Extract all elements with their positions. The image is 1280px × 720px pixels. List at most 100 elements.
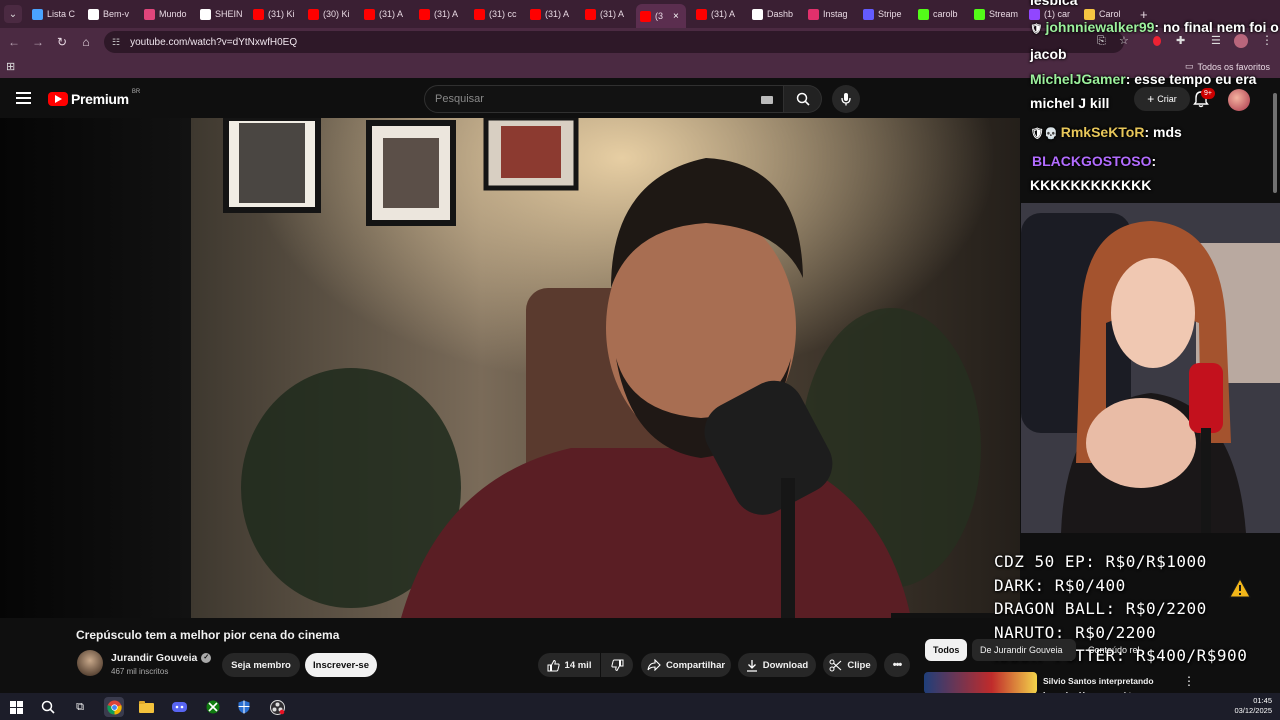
chip-label: Conteúdo rela <box>1088 645 1140 655</box>
channel-name: Jurandir Gouveia <box>111 652 198 664</box>
tab-search-button[interactable]: ⌄ <box>4 5 22 23</box>
youtube-icon <box>640 10 651 22</box>
notion-icon <box>88 8 99 20</box>
browser-tab[interactable]: (31) A <box>415 4 467 24</box>
tab-label: Stream <box>989 9 1019 19</box>
browser-tab[interactable]: Lista C <box>28 4 80 24</box>
tab-label: (31) A <box>600 9 625 19</box>
discord-icon[interactable] <box>169 697 189 717</box>
youtube-icon <box>308 8 319 20</box>
browser-tab[interactable]: (31) A <box>360 4 412 24</box>
browser-tab[interactable]: Bem-v <box>84 4 136 24</box>
windows-start-icon[interactable] <box>6 697 26 717</box>
chrome-icon[interactable] <box>104 697 124 717</box>
address-url: youtube.com/watch?v=dYtNxwfH0EQ <box>130 36 298 48</box>
chip-all[interactable]: Todos <box>925 639 968 661</box>
clip-button[interactable]: Clipe <box>823 653 877 677</box>
channel-avatar[interactable] <box>77 650 103 676</box>
chat-message: BLACKGOSTOSO: <box>1030 149 1280 173</box>
streamer-webcam <box>1021 203 1280 533</box>
chat-badge-icon: 🛡 <box>1030 24 1046 35</box>
tab-label: Lista C <box>47 9 76 19</box>
system-clock[interactable]: 01:45 03/12/2025 <box>1234 696 1272 716</box>
chat-message: MichelJGamer: esse tempo eu era michel J… <box>1030 67 1280 115</box>
windows-taskbar: ⧉ 01:45 03/12/2025 <box>0 693 1280 720</box>
close-tab-icon[interactable]: × <box>673 11 679 22</box>
browser-tab[interactable]: (30) Ki <box>304 4 356 24</box>
video-title: Crepúsculo tem a melhor pior cena do cin… <box>76 628 340 642</box>
tab-label: Bem-v <box>103 9 130 19</box>
recommendation-menu-icon[interactable]: ⋮ <box>1183 674 1195 688</box>
clock-date: 03/12/2025 <box>1234 706 1272 715</box>
home-icon[interactable]: ⌂ <box>78 34 94 50</box>
browser-tab[interactable]: Instag <box>804 4 856 24</box>
recommendation-thumbnail[interactable] <box>924 672 1037 694</box>
browser-tab[interactable]: (31) A <box>581 4 633 24</box>
more-actions-button[interactable]: ••• <box>884 653 910 677</box>
tab-label: (3 <box>655 11 664 21</box>
share-label: Compartilhar <box>665 659 726 671</box>
tab-label: (31) A <box>379 9 404 19</box>
goal-item: DRAGON BALL: R$0/2200 <box>994 599 1207 618</box>
browser-tab[interactable]: (31) cc <box>470 4 522 24</box>
tab-label: (31) cc <box>489 9 517 19</box>
xbox-icon[interactable] <box>203 697 223 717</box>
file-explorer-icon[interactable] <box>136 697 156 717</box>
clock-time: 01:45 <box>1253 696 1272 705</box>
browser-tab[interactable]: carolb <box>914 4 966 24</box>
apps-grid-icon[interactable]: ⊞ <box>6 60 15 73</box>
browser-tab[interactable]: (31) Ki <box>249 4 301 24</box>
subscribe-button[interactable]: Inscrever-se <box>305 653 377 677</box>
back-arrow-icon[interactable]: ← <box>6 34 22 50</box>
browser-tab[interactable]: (3 × <box>636 4 686 28</box>
warning-icon <box>1229 578 1251 598</box>
chat-username: BLACKGOSTOSO <box>1032 153 1152 169</box>
video-player[interactable] <box>191 118 1020 618</box>
chat-message: lésbica <box>1030 0 1280 12</box>
youtube-icon <box>364 8 375 20</box>
browser-tab[interactable]: (31) A <box>692 4 744 24</box>
tab-label: (31) A <box>711 9 736 19</box>
goal-item: CDZ 50 EP: R$0/R$1000 <box>994 552 1207 571</box>
tab-label: Instag <box>823 9 848 19</box>
youtube-logo[interactable]: Premium BR <box>48 89 141 107</box>
logo-region: BR <box>131 89 141 95</box>
download-label: Download <box>762 659 809 671</box>
voice-search-button[interactable] <box>832 85 860 113</box>
youtube-icon <box>419 8 430 20</box>
security-shield-icon[interactable] <box>234 697 254 717</box>
keyboard-icon[interactable] <box>761 96 773 104</box>
address-bar[interactable]: ☷ youtube.com/watch?v=dYtNxwfH0EQ <box>104 31 1124 53</box>
chip-related[interactable]: Conteúdo rela <box>1080 639 1140 661</box>
search-input[interactable]: Pesquisar <box>424 85 784 113</box>
browser-tab[interactable]: SHEIN <box>196 4 248 24</box>
forward-arrow-icon[interactable]: → <box>30 34 46 50</box>
task-view-icon[interactable]: ⧉ <box>70 697 90 717</box>
join-label: Seja membro <box>231 659 291 671</box>
browser-tab[interactable]: Stream <box>970 4 1022 24</box>
share-button[interactable]: Compartilhar <box>641 653 731 677</box>
browser-tab[interactable]: Dashb <box>748 4 800 24</box>
page-scrollbar[interactable] <box>1273 93 1277 193</box>
like-count: 14 mil <box>564 659 592 671</box>
youtube-play-icon <box>48 92 68 106</box>
stripe-icon <box>863 8 874 20</box>
channel-name-link[interactable]: Jurandir Gouveia ✓ <box>111 652 212 664</box>
join-button[interactable]: Seja membro <box>222 653 300 677</box>
youtube-icon <box>696 8 707 20</box>
guide-menu-icon[interactable] <box>16 92 31 104</box>
like-button[interactable]: 14 mil <box>538 653 600 677</box>
obs-icon[interactable] <box>267 697 287 717</box>
site-info-icon[interactable]: ☷ <box>112 37 120 48</box>
chip-from-channel[interactable]: De Jurandir Gouveia <box>972 639 1076 661</box>
download-button[interactable]: Download <box>738 653 816 677</box>
bookmark-icon <box>144 8 155 20</box>
dislike-button[interactable] <box>601 653 633 677</box>
browser-tab[interactable]: Stripe <box>859 4 911 24</box>
search-button[interactable] <box>784 85 822 113</box>
reload-icon[interactable]: ↻ <box>54 34 70 50</box>
browser-tab[interactable]: (31) A <box>526 4 578 24</box>
taskbar-search-icon[interactable] <box>38 697 58 717</box>
browser-tab[interactable]: Mundo <box>140 4 192 24</box>
verified-check-icon: ✓ <box>201 653 212 663</box>
